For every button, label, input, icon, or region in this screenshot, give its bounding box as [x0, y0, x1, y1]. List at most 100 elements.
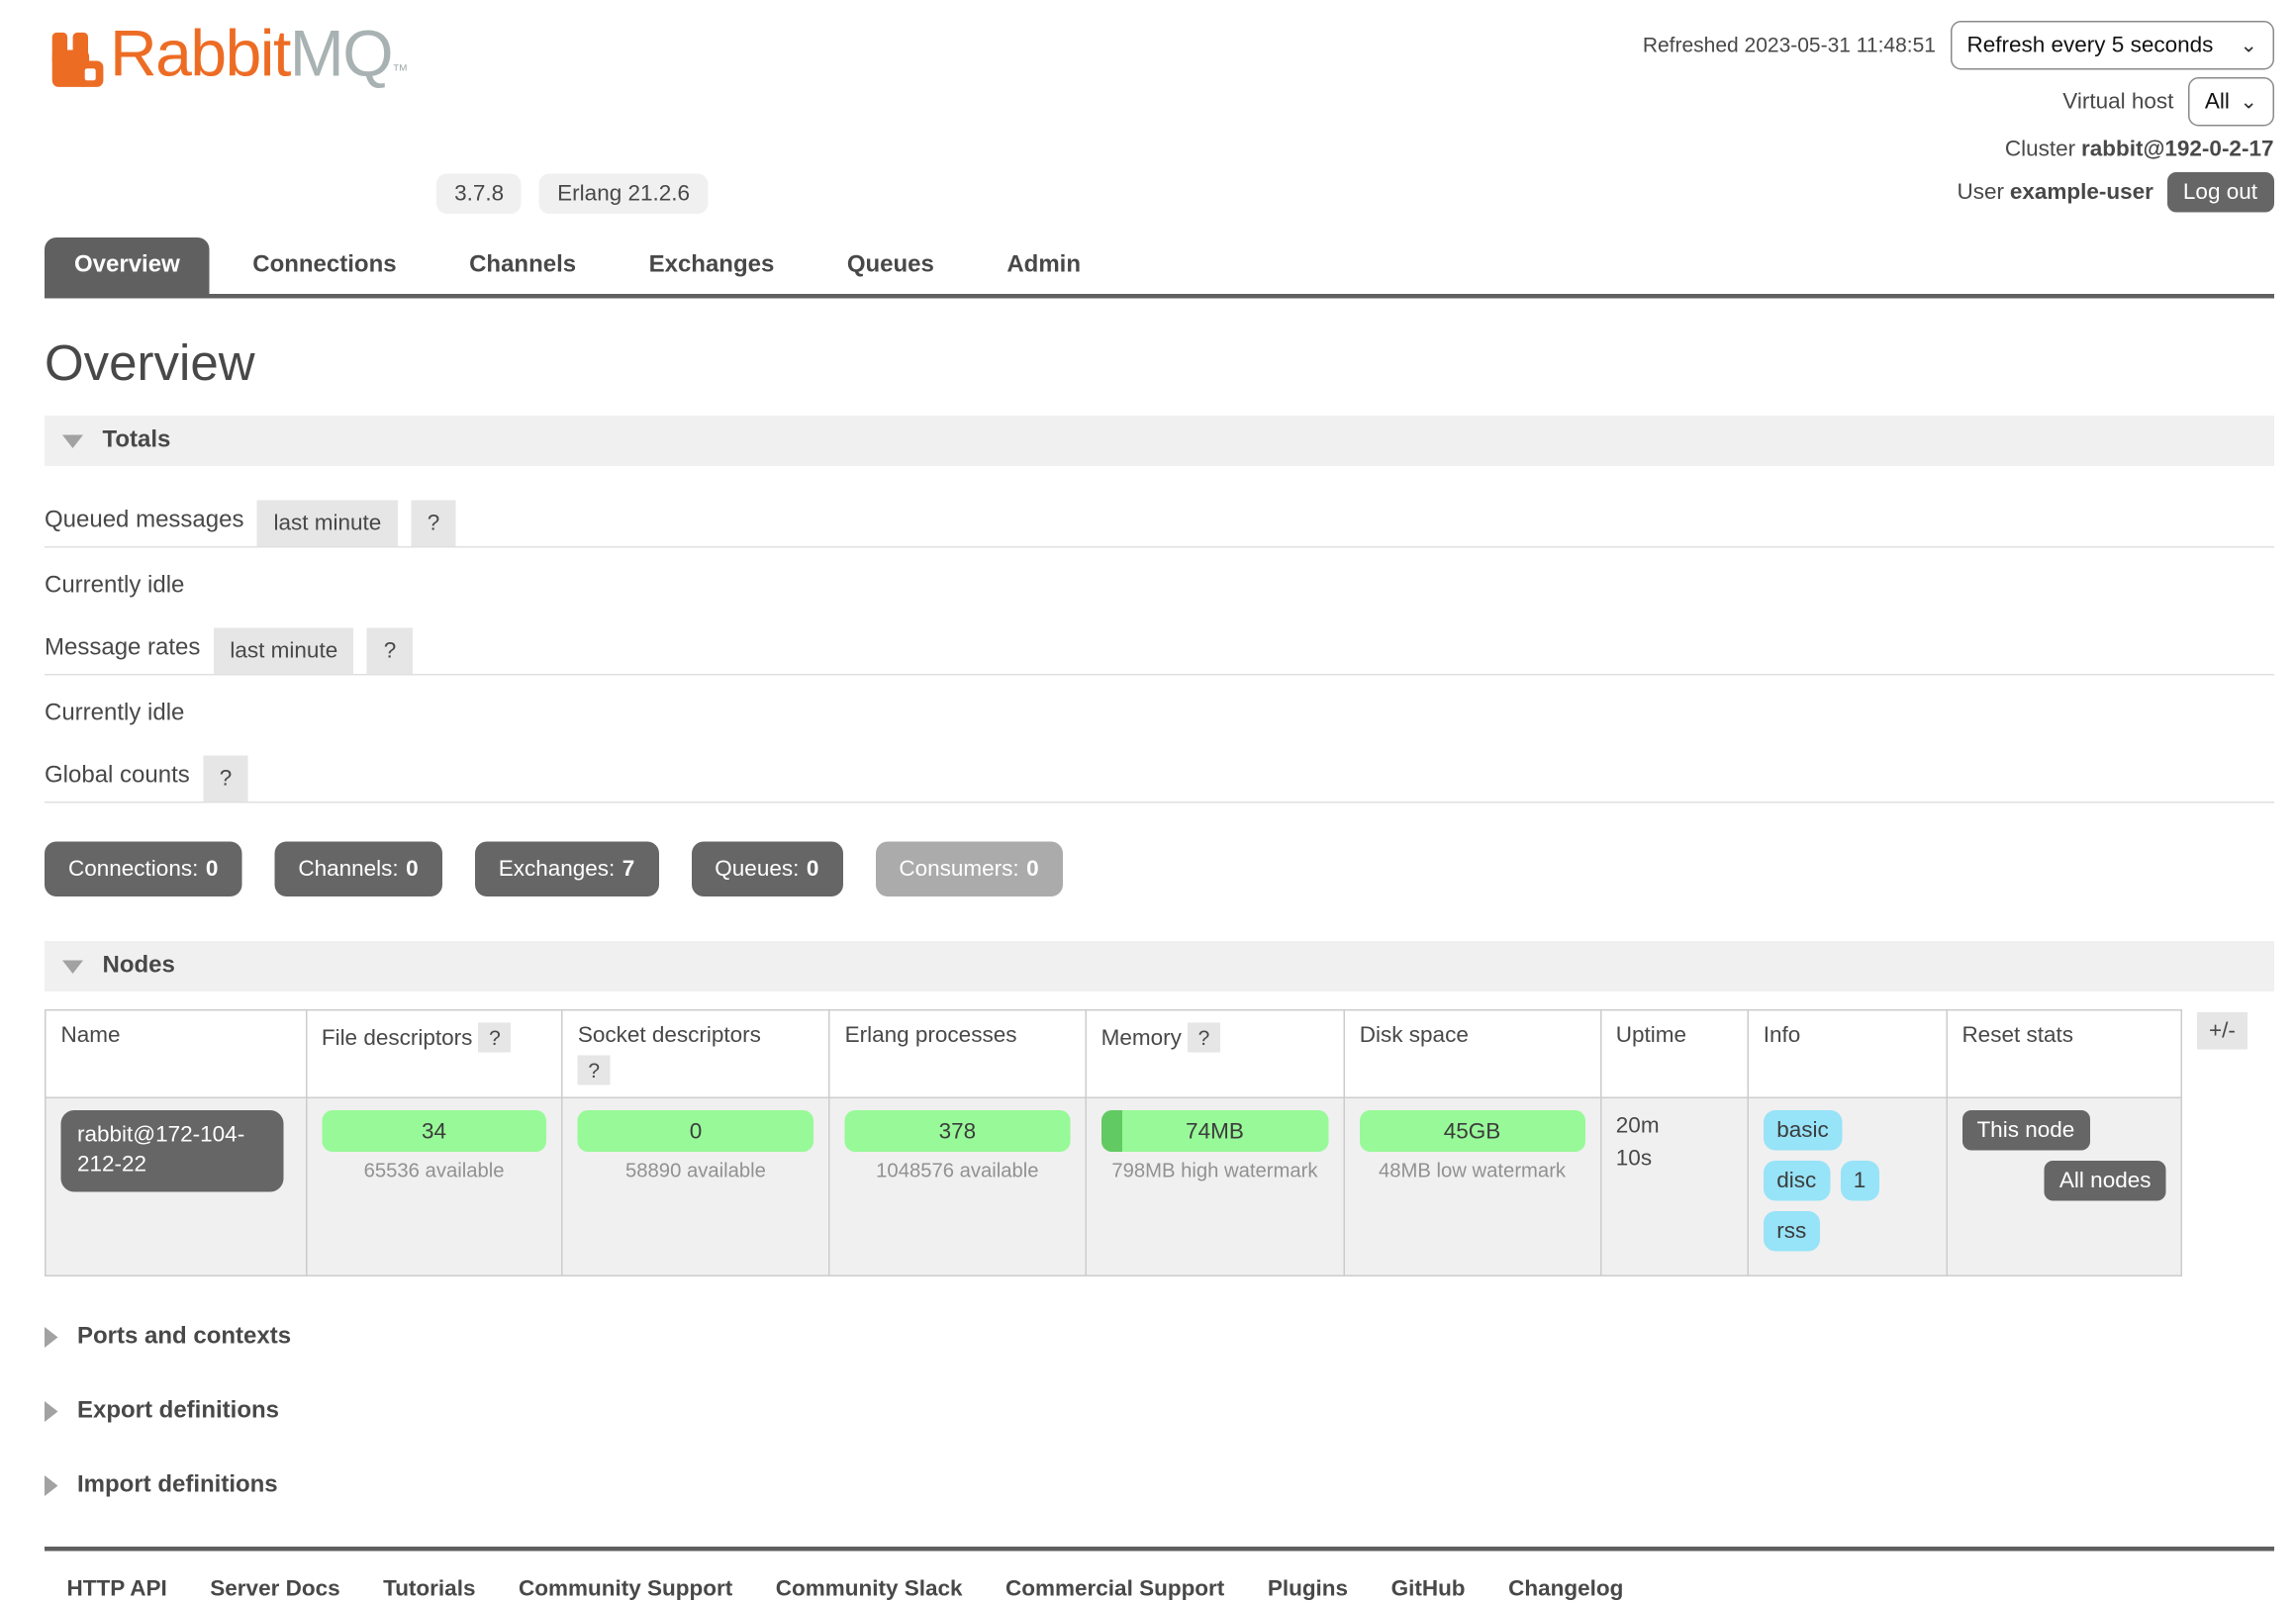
- user-name: example-user: [2010, 177, 2153, 209]
- message-rates-status: Currently idle: [45, 701, 2273, 727]
- exchanges-count-button[interactable]: Exchanges:7: [475, 842, 659, 897]
- main-nav-tabs: Overview Connections Channels Exchanges …: [45, 237, 2273, 299]
- file-descriptors-cell: 34 65536 available: [306, 1097, 562, 1275]
- top-bar: RabbitMQ™ 3.7.8 Erlang 21.2.6 Refreshed …: [45, 0, 2273, 220]
- totals-section-title: Totals: [103, 427, 171, 454]
- export-definitions-toggle[interactable]: Export definitions: [45, 1398, 2273, 1425]
- col-header-socket-descriptors: Socket descriptors ?: [562, 1010, 829, 1098]
- expand-triangle-icon: [45, 1475, 58, 1496]
- connections-count-button[interactable]: Connections:0: [45, 842, 241, 897]
- brand-wordmark: RabbitMQ™: [110, 21, 407, 89]
- refresh-interval-select[interactable]: Refresh every 5 seconds ⌄: [1951, 21, 2273, 70]
- socket-descriptors-detail: 58890 available: [578, 1160, 813, 1182]
- node-name-link[interactable]: rabbit@172-104-212-22: [61, 1110, 284, 1191]
- col-header-file-descriptors: File descriptors ?: [306, 1010, 562, 1098]
- col-header-erlang-processes: Erlang processes: [829, 1010, 1086, 1098]
- queued-messages-status: Currently idle: [45, 573, 2273, 600]
- reset-all-nodes-button[interactable]: All nodes: [2045, 1161, 2166, 1201]
- nodes-table-header-row: Name File descriptors ? Socket descripto…: [46, 1010, 2182, 1098]
- reset-stats-cell: This node All nodes: [1947, 1097, 2182, 1275]
- chevron-down-icon: ⌄: [2240, 39, 2257, 51]
- user-label: User: [1957, 177, 2004, 209]
- tab-overview[interactable]: Overview: [45, 237, 210, 294]
- trademark-symbol: ™: [392, 62, 407, 80]
- rabbitmq-management-page: RabbitMQ™ 3.7.8 Erlang 21.2.6 Refreshed …: [0, 0, 2296, 1358]
- info-badge-rss: rss: [1764, 1211, 1820, 1252]
- expand-triangle-icon: [45, 1401, 58, 1422]
- col-header-disk-space: Disk space: [1344, 1010, 1600, 1098]
- info-cell: basic disc 1 rss: [1748, 1097, 1947, 1275]
- nodes-section-title: Nodes: [103, 953, 175, 980]
- file-descriptors-bar: 34: [322, 1110, 547, 1152]
- nodes-table: Name File descriptors ? Socket descripto…: [45, 1009, 2182, 1276]
- memory-help-icon[interactable]: ?: [1188, 1023, 1220, 1053]
- footer-link-community-support[interactable]: Community Support: [519, 1576, 732, 1602]
- socket-descriptors-help-icon[interactable]: ?: [578, 1056, 611, 1085]
- message-rates-help-icon[interactable]: ?: [367, 628, 413, 675]
- global-counts-help-icon[interactable]: ?: [203, 756, 248, 802]
- tab-admin[interactable]: Admin: [977, 237, 1110, 294]
- queued-messages-range-tab[interactable]: last minute: [257, 501, 398, 547]
- memory-cell: 74MB 798MB high watermark: [1086, 1097, 1344, 1275]
- rabbitmq-logo-icon: [45, 21, 110, 101]
- consumers-count-button[interactable]: Consumers:0: [875, 842, 1062, 897]
- message-rates-label: Message rates: [45, 628, 214, 675]
- erlang-version-badge: Erlang 21.2.6: [539, 174, 708, 215]
- col-header-name: Name: [46, 1010, 306, 1098]
- info-badge-disc: disc: [1764, 1161, 1830, 1201]
- erlang-processes-bar: 378: [845, 1110, 1071, 1152]
- footer-link-changelog[interactable]: Changelog: [1508, 1576, 1623, 1602]
- collapse-triangle-icon: [62, 960, 83, 974]
- chevron-down-icon: ⌄: [2240, 95, 2257, 108]
- footer: HTTP API Server Docs Tutorials Community…: [45, 1547, 2273, 1602]
- queues-count-button[interactable]: Queues:0: [691, 842, 842, 897]
- ports-and-contexts-toggle[interactable]: Ports and contexts: [45, 1324, 2273, 1351]
- socket-descriptors-bar: 0: [578, 1110, 813, 1152]
- info-badge-basic: basic: [1764, 1110, 1843, 1151]
- logout-button[interactable]: Log out: [2166, 172, 2273, 213]
- col-header-uptime: Uptime: [1600, 1010, 1748, 1098]
- footer-link-tutorials[interactable]: Tutorials: [383, 1576, 475, 1602]
- col-header-info: Info: [1748, 1010, 1947, 1098]
- file-descriptors-detail: 65536 available: [322, 1160, 547, 1182]
- message-rates-range-tab[interactable]: last minute: [214, 628, 354, 675]
- file-descriptors-help-icon[interactable]: ?: [479, 1023, 512, 1053]
- virtual-host-label: Virtual host: [2062, 86, 2173, 118]
- page-title: Overview: [45, 335, 2273, 394]
- disk-space-detail: 48MB low watermark: [1360, 1160, 1585, 1182]
- expand-triangle-icon: [45, 1327, 58, 1348]
- queued-messages-label: Queued messages: [45, 501, 257, 547]
- nodes-section-toggle[interactable]: Nodes: [45, 941, 2273, 991]
- footer-link-commercial-support[interactable]: Commercial Support: [1005, 1576, 1224, 1602]
- tab-queues[interactable]: Queues: [817, 237, 964, 294]
- footer-link-community-slack[interactable]: Community Slack: [776, 1576, 963, 1602]
- col-header-memory: Memory ?: [1086, 1010, 1344, 1098]
- queued-messages-help-icon[interactable]: ?: [411, 501, 456, 547]
- reset-this-node-button[interactable]: This node: [1961, 1110, 2089, 1151]
- footer-link-github[interactable]: GitHub: [1391, 1576, 1466, 1602]
- disk-space-cell: 45GB 48MB low watermark: [1344, 1097, 1600, 1275]
- erlang-processes-cell: 378 1048576 available: [829, 1097, 1086, 1275]
- message-rates-row: Message rates last minute ?: [45, 628, 2273, 676]
- footer-link-http-api[interactable]: HTTP API: [67, 1576, 167, 1602]
- col-header-reset-stats: Reset stats: [1947, 1010, 2182, 1098]
- global-counts-row: Global counts ?: [45, 756, 2273, 803]
- refreshed-timestamp: Refreshed 2023-05-31 11:48:51: [1643, 31, 1936, 59]
- uptime-cell: 20m 10s: [1600, 1097, 1748, 1275]
- footer-link-server-docs[interactable]: Server Docs: [210, 1576, 339, 1602]
- footer-link-plugins[interactable]: Plugins: [1268, 1576, 1348, 1602]
- tab-connections[interactable]: Connections: [223, 237, 426, 294]
- tab-exchanges[interactable]: Exchanges: [620, 237, 805, 294]
- channels-count-button[interactable]: Channels:0: [274, 842, 441, 897]
- cluster-name: rabbit@192-0-2-17: [2081, 134, 2274, 165]
- global-counts-buttons: Connections:0 Channels:0 Exchanges:7 Que…: [45, 842, 2273, 897]
- rabbitmq-logo-link[interactable]: RabbitMQ™: [45, 21, 407, 220]
- collapse-triangle-icon: [62, 434, 83, 448]
- cluster-label: Cluster: [2005, 134, 2075, 165]
- column-selector-toggle[interactable]: +/-: [2197, 1012, 2248, 1050]
- import-definitions-toggle[interactable]: Import definitions: [45, 1472, 2273, 1499]
- totals-section-toggle[interactable]: Totals: [45, 416, 2273, 466]
- uptime-value: 20m 10s: [1616, 1110, 1693, 1175]
- tab-channels[interactable]: Channels: [439, 237, 606, 294]
- virtual-host-select[interactable]: All ⌄: [2188, 77, 2273, 127]
